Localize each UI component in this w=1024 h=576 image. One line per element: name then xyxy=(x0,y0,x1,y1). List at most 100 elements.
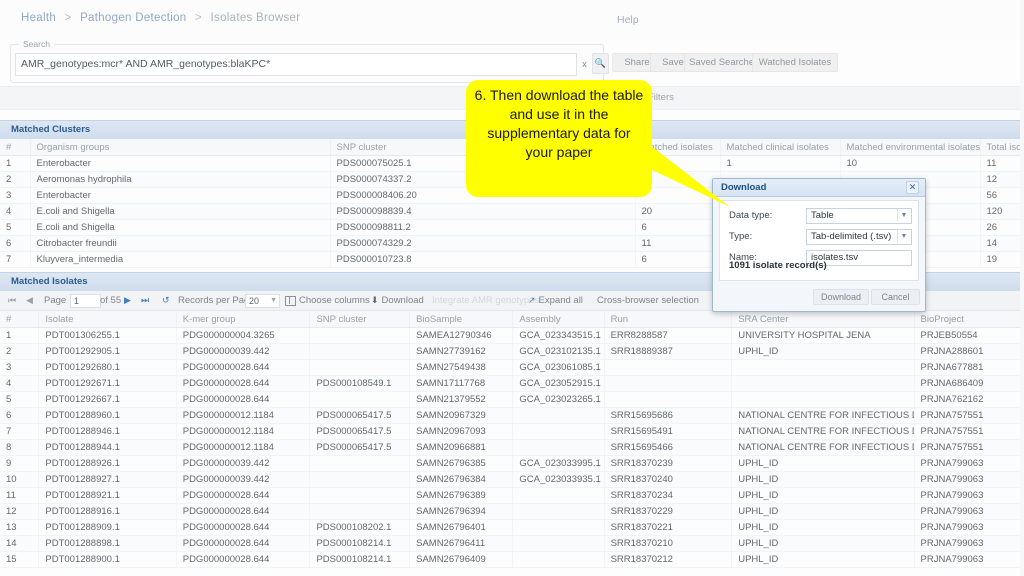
page-input[interactable]: 1 xyxy=(70,294,101,308)
clusters-cell-2[interactable]: PDS000010723.8 xyxy=(330,251,636,268)
search-input[interactable]: AMR_genotypes:mcr* AND AMR_genotypes:bla… xyxy=(15,53,577,76)
clusters-col-1[interactable]: Organism groups xyxy=(30,139,331,156)
isolates-cell-4[interactable]: SAMN20967093 xyxy=(409,423,514,440)
table-row[interactable]: 3 PDT001292680.1 PDG000000028.644 SAMN27549… xyxy=(0,359,1024,376)
isolates-cell-1[interactable]: PDT001292905.1 xyxy=(38,343,177,360)
table-row[interactable]: 13 PDT001288909.1 PDG000000028.644 PDS00010… xyxy=(0,519,1024,536)
cross-browser-selection-button[interactable]: Cross-browser selection xyxy=(597,295,699,306)
isolates-cell-8[interactable]: PRJNA686409 xyxy=(914,375,1024,392)
type-select[interactable]: Tab-delimited (.tsv) ▼ xyxy=(806,229,912,245)
isolates-cell-4[interactable]: SAMN27739162 xyxy=(409,343,514,360)
first-page-icon[interactable]: ⏮ xyxy=(8,295,16,306)
isolates-cell-8[interactable]: PRJNA757551 xyxy=(914,407,1024,424)
table-row[interactable]: 7 PDT001288946.1 PDG000000012.1184 PDS00006… xyxy=(0,423,1024,440)
isolates-cell-1[interactable]: PDT001288916.1 xyxy=(38,503,177,520)
table-row[interactable]: 12 PDT001288916.1 PDG000000028.644 SAMN2679… xyxy=(0,503,1024,520)
prev-page-icon[interactable]: ◀ xyxy=(26,295,33,306)
isolates-cell-1[interactable]: PDT001288927.1 xyxy=(38,471,177,488)
table-row[interactable]: 10 PDT001288927.1 PDG000000039.442 SAMN2679… xyxy=(0,471,1024,488)
clusters-cell-2[interactable]: PDS000098839.4 xyxy=(330,203,636,220)
search-icon[interactable]: 🔍 xyxy=(592,53,609,74)
isolates-cell-1[interactable]: PDT001292667.1 xyxy=(38,391,177,408)
last-page-icon[interactable]: ⏭ xyxy=(141,295,149,306)
isolates-col-8[interactable]: BioProject xyxy=(914,311,1024,328)
isolates-cell-1[interactable]: PDT001292671.1 xyxy=(38,375,177,392)
isolates-cell-5[interactable]: GCA_023023265.1 xyxy=(512,391,605,408)
table-row[interactable]: 14 PDT001288898.1 PDG000000028.644 PDS00010… xyxy=(0,535,1024,552)
isolates-cell-4[interactable]: SAMN26796389 xyxy=(409,487,514,504)
clusters-col-0[interactable]: # xyxy=(0,139,31,156)
isolates-cell-1[interactable]: PDT001288921.1 xyxy=(38,487,177,504)
isolates-cell-1[interactable]: PDT001288946.1 xyxy=(38,423,177,440)
isolates-cell-8[interactable]: PRJNA288601 xyxy=(914,343,1024,360)
isolates-cell-1[interactable]: PDT001306255.1 xyxy=(38,327,177,344)
table-row[interactable]: 9 PDT001288926.1 PDG000000039.442 SAMN26796… xyxy=(0,455,1024,472)
next-page-icon[interactable]: ▶ xyxy=(124,295,131,306)
refresh-icon[interactable]: ↺ xyxy=(162,295,170,306)
isolates-cell-3[interactable]: PDS000108214.1 xyxy=(309,535,411,552)
choose-columns-button[interactable]: Choose columns xyxy=(285,295,370,306)
isolates-cell-1[interactable]: PDT001292680.1 xyxy=(38,359,177,376)
isolates-cell-4[interactable]: SAMN26796385 xyxy=(409,455,514,472)
isolates-cell-8[interactable]: PRJNA799063 xyxy=(914,455,1024,472)
isolates-cell-4[interactable]: SAMN26796401 xyxy=(409,519,514,536)
isolates-col-1[interactable]: Isolate xyxy=(38,311,177,328)
isolates-cell-8[interactable]: PRJNA799063 xyxy=(914,535,1024,552)
isolates-cell-5[interactable]: GCA_023343515.1 xyxy=(512,327,605,344)
table-row[interactable]: 1 PDT001306255.1 PDG000000004.3265 SAMEA127… xyxy=(0,327,1024,344)
table-row[interactable]: 11 PDT001288921.1 PDG000000028.644 SAMN2679… xyxy=(0,487,1024,504)
expand-all-button[interactable]: ↗ Expand all xyxy=(528,295,583,306)
close-icon[interactable]: ✕ xyxy=(906,181,919,194)
isolates-cell-8[interactable]: PRJNA677881 xyxy=(914,359,1024,376)
isolates-cell-3[interactable]: PDS000065417.5 xyxy=(309,439,411,456)
isolates-col-5[interactable]: Assembly xyxy=(512,311,605,328)
isolates-cell-1[interactable]: PDT001288909.1 xyxy=(38,519,177,536)
isolates-cell-8[interactable]: PRJNA799063 xyxy=(914,519,1024,536)
isolates-cell-8[interactable]: PRJNA757551 xyxy=(914,439,1024,456)
help-link[interactable]: Help xyxy=(617,14,639,26)
breadcrumb-item-pathogen-detection[interactable]: Pathogen Detection xyxy=(80,12,186,24)
isolates-cell-8[interactable]: PRJNA762162 xyxy=(914,391,1024,408)
watched-isolates-button[interactable]: Watched Isolates xyxy=(752,53,838,72)
scrollbar[interactable] xyxy=(1020,0,1024,576)
isolates-cell-8[interactable]: PRJEB50554 xyxy=(914,327,1024,344)
isolates-cell-4[interactable]: SAMN26796409 xyxy=(409,551,514,568)
isolates-cell-4[interactable]: SAMN21379552 xyxy=(409,391,514,408)
isolates-cell-5[interactable]: GCA_023102135.1 xyxy=(512,343,605,360)
isolates-cell-1[interactable]: PDT001288898.1 xyxy=(38,535,177,552)
isolates-cell-8[interactable]: PRJNA799063 xyxy=(914,471,1024,488)
isolates-cell-4[interactable]: SAMN26796384 xyxy=(409,471,514,488)
isolates-cell-4[interactable]: SAMN27549438 xyxy=(409,359,514,376)
clusters-col-5[interactable]: Matched environmental isolates xyxy=(840,139,981,156)
isolates-cell-5[interactable]: GCA_023052915.1 xyxy=(512,375,605,392)
isolates-cell-1[interactable]: PDT001288960.1 xyxy=(38,407,177,424)
isolates-cell-4[interactable]: SAMN20966881 xyxy=(409,439,514,456)
isolates-col-0[interactable]: # xyxy=(0,311,40,328)
isolates-cell-8[interactable]: PRJNA799063 xyxy=(914,487,1024,504)
isolates-cell-8[interactable]: PRJNA799063 xyxy=(914,503,1024,520)
isolates-cell-3[interactable]: PDS000108214.1 xyxy=(309,551,411,568)
isolates-cell-5[interactable]: GCA_023033935.1 xyxy=(512,471,605,488)
clear-search-icon[interactable]: x xyxy=(577,54,592,73)
table-row[interactable]: 15 PDT001288900.1 PDG000000028.644 PDS00010… xyxy=(0,551,1024,568)
isolates-cell-4[interactable]: SAMN26796411 xyxy=(409,535,514,552)
table-row[interactable]: 6 PDT001288960.1 PDG000000012.1184 PDS00006… xyxy=(0,407,1024,424)
clusters-cell-2[interactable]: PDS000098811.2 xyxy=(330,219,636,236)
isolates-cell-4[interactable]: SAMN26796394 xyxy=(409,503,514,520)
isolates-cell-4[interactable]: SAMN17117768 xyxy=(409,375,514,392)
isolates-cell-3[interactable]: PDS000065417.5 xyxy=(309,407,411,424)
isolates-cell-4[interactable]: SAMEA12790346 xyxy=(409,327,514,344)
table-row[interactable]: 4 PDT001292671.1 PDG000000028.644 PDS000108… xyxy=(0,375,1024,392)
dialog-download-button[interactable]: Download xyxy=(813,289,869,305)
isolates-col-3[interactable]: SNP cluster xyxy=(309,311,411,328)
isolates-cell-5[interactable]: GCA_023033995.1 xyxy=(512,455,605,472)
isolates-cell-8[interactable]: PRJNA799063 xyxy=(914,551,1024,568)
dialog-cancel-button[interactable]: Cancel xyxy=(871,289,920,305)
isolates-cell-3[interactable]: PDS000108549.1 xyxy=(309,375,411,392)
clusters-col-6[interactable]: Total isolates xyxy=(980,139,1024,156)
download-button[interactable]: ⬇ Download xyxy=(371,295,424,306)
records-per-page-select[interactable]: 20 ▼ xyxy=(245,294,280,308)
isolates-cell-4[interactable]: SAMN20967329 xyxy=(409,407,514,424)
clusters-cell-2[interactable]: PDS000074329.2 xyxy=(330,235,636,252)
isolates-cell-5[interactable]: GCA_023061085.1 xyxy=(512,359,605,376)
